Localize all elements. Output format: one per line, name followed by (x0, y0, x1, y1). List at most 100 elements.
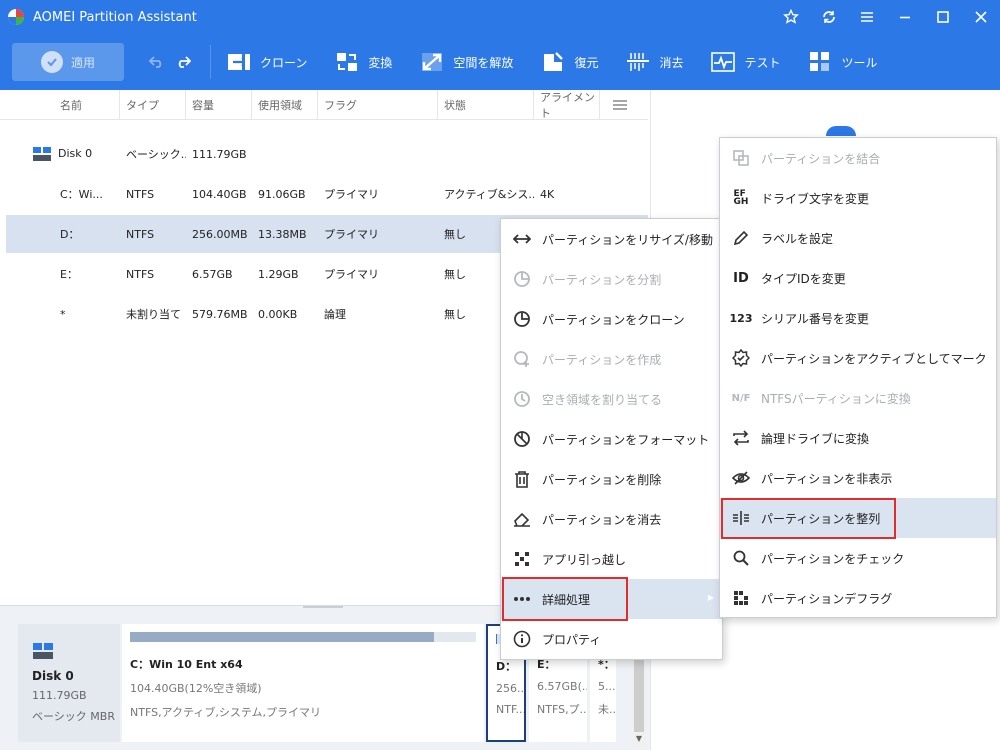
row-status: アクティブ&シス... (444, 188, 534, 201)
usage-fill (496, 634, 497, 644)
column-type[interactable]: タイプ (120, 89, 186, 120)
menu-item-label: アプリ引っ越し (542, 552, 627, 567)
partition-fs: 未... (598, 703, 616, 716)
menu-item-resize-move[interactable]: パーティションをリサイズ/移動 (501, 219, 722, 259)
disk-card-type: ベーシック MBR (32, 710, 115, 723)
menu-item-wipe[interactable]: パーティションを消去 (501, 499, 722, 539)
table-row[interactable]: C：Wi... NTFS 104.40GB 91.06GB プライマリ アクティ… (0, 175, 648, 213)
row-name: E： (60, 268, 78, 281)
submenu-item-drive-letter[interactable]: EF GH ドライブ文字を変更 (720, 178, 996, 218)
column-used[interactable]: 使用領域 (252, 89, 318, 120)
annotation-highlight-advanced (502, 577, 628, 621)
menu-item-allocate[interactable]: 空き領域を割り当てる (501, 379, 722, 419)
info-icon (513, 630, 531, 648)
disk-card[interactable]: Disk 0 111.79GB ベーシック MBR (18, 624, 120, 742)
close-button[interactable] (962, 0, 1000, 34)
swap-icon (732, 429, 750, 447)
submenu-item-label: 論理ドライブに変換 (761, 431, 870, 446)
row-capacity: 256.00MB (192, 227, 248, 241)
scroll-down-icon[interactable]: ▼ (634, 734, 644, 744)
submenu-item-label: パーティションをアクティブとしてマーク (761, 351, 987, 366)
submenu-item-merge[interactable]: パーティションを結合 (720, 138, 996, 178)
menu-item-split[interactable]: パーティションを分割 (501, 259, 722, 299)
column-settings-icon[interactable] (600, 90, 640, 120)
annotation-highlight-align (721, 498, 896, 539)
app-logo-icon (8, 9, 24, 25)
submenu-item-convert-logical[interactable]: 論理ドライブに変換 (720, 418, 996, 458)
tools-toolbar-button[interactable]: ツール (808, 50, 878, 74)
type-id-icon: ID (733, 270, 749, 286)
submenu-item-defrag[interactable]: パーティションデフラグ (720, 578, 996, 618)
apply-label: 適用 (70, 55, 95, 70)
convert-toolbar-button[interactable]: 変換 (335, 50, 392, 74)
menu-item-app-mover[interactable]: アプリ引っ越し (501, 539, 722, 579)
restore-toolbar-button[interactable]: 復元 (541, 50, 598, 74)
refresh-icon[interactable] (810, 0, 848, 34)
disk-row[interactable]: Disk 0 ベーシック... 111.79GB (0, 135, 648, 173)
menu-icon[interactable] (848, 0, 886, 34)
ntfs-convert-icon: N/F (731, 392, 751, 404)
window-title: AOMEI Partition Assistant (33, 9, 197, 25)
row-used: 91.06GB (258, 187, 306, 201)
undo-icon[interactable] (144, 49, 170, 75)
row-capacity: 6.57GB (192, 267, 233, 281)
menu-item-label: パーティションを消去 (542, 512, 662, 527)
favorite-star-icon[interactable] (772, 0, 810, 34)
panel-splitter[interactable] (303, 606, 343, 608)
column-capacity[interactable]: 容量 (186, 89, 252, 120)
menu-item-create[interactable]: パーティションを作成 (501, 339, 722, 379)
usage-bar (130, 632, 476, 642)
disk-usage-chart (826, 126, 856, 136)
disk-name: Disk 0 (58, 147, 93, 160)
column-status[interactable]: 状態 (438, 89, 534, 120)
restore-icon (541, 50, 565, 74)
title-bar: AOMEI Partition Assistant (0, 0, 1000, 34)
expand-arrows-icon (420, 50, 444, 74)
menu-item-label: パーティションを分割 (542, 272, 662, 287)
toolbar-divider (210, 45, 211, 79)
menu-item-format[interactable]: パーティションをフォーマット (501, 419, 722, 459)
menu-item-delete[interactable]: パーティションを削除 (501, 459, 722, 499)
free-space-toolbar-button[interactable]: 空間を解放 (420, 50, 513, 74)
submenu-item-serial[interactable]: 123 シリアル番号を変更 (720, 298, 996, 338)
column-alignment[interactable]: アライメント (534, 89, 600, 120)
advanced-submenu: パーティションを結合 EF GH ドライブ文字を変更 ラベルを設定 ID タイプI… (719, 137, 997, 618)
usage-fill (130, 632, 435, 642)
submenu-item-check[interactable]: パーティションをチェック (720, 538, 996, 578)
tools-grid-icon (808, 50, 832, 74)
menu-item-label: 空き領域を割り当てる (542, 392, 663, 407)
partition-block-c[interactable]: C：Win 10 Ent x64 104.40GB(12%空き領域) NTFS,… (122, 624, 484, 742)
submenu-item-hide[interactable]: パーティションを非表示 (720, 458, 996, 498)
partition-fs: NTFS,アクティブ,システム,プライマリ (130, 706, 322, 719)
create-icon (513, 350, 531, 368)
menu-item-label: パーティションを作成 (542, 352, 662, 367)
menu-item-label: パーティションをリサイズ/移動 (542, 232, 713, 247)
pencil-icon (732, 229, 750, 247)
maximize-button[interactable] (924, 0, 962, 34)
row-name: D： (60, 228, 80, 241)
minimize-button[interactable] (886, 0, 924, 34)
partition-name: C：Win 10 Ent x64 (130, 658, 243, 671)
row-alignment: 4K (540, 187, 555, 201)
disk-name-cell: Disk 0 (0, 146, 120, 162)
submenu-item-label[interactable]: ラベルを設定 (720, 218, 996, 258)
column-name[interactable]: 名前 (0, 89, 120, 120)
row-type: 未割り当て (126, 308, 181, 321)
submenu-item-convert-ntfs[interactable]: N/F NTFSパーティションに変換 (720, 378, 996, 418)
redo-icon[interactable] (170, 49, 196, 75)
submenu-item-label: シリアル番号を変更 (761, 311, 869, 326)
submenu-item-set-active[interactable]: パーティションをアクティブとしてマーク (720, 338, 996, 378)
partition-size: 6.57GB(... (537, 680, 587, 693)
menu-item-properties[interactable]: プロパティ (501, 619, 722, 659)
submenu-item-label: タイプIDを変更 (761, 271, 846, 286)
submenu-item-type-id[interactable]: ID タイプIDを変更 (720, 258, 996, 298)
partition-size: 5... (598, 680, 616, 693)
wipe-toolbar-button[interactable]: 消去 (626, 50, 683, 74)
column-flag[interactable]: フラグ (318, 89, 438, 120)
test-toolbar-button[interactable]: テスト (711, 50, 780, 74)
menu-item-clone[interactable]: パーティションをクローン (501, 299, 722, 339)
clone-toolbar-button[interactable]: クローン (227, 50, 307, 74)
apply-button[interactable]: 適用 (12, 43, 124, 81)
row-type: NTFS (126, 187, 155, 201)
disk-icon (33, 643, 53, 659)
